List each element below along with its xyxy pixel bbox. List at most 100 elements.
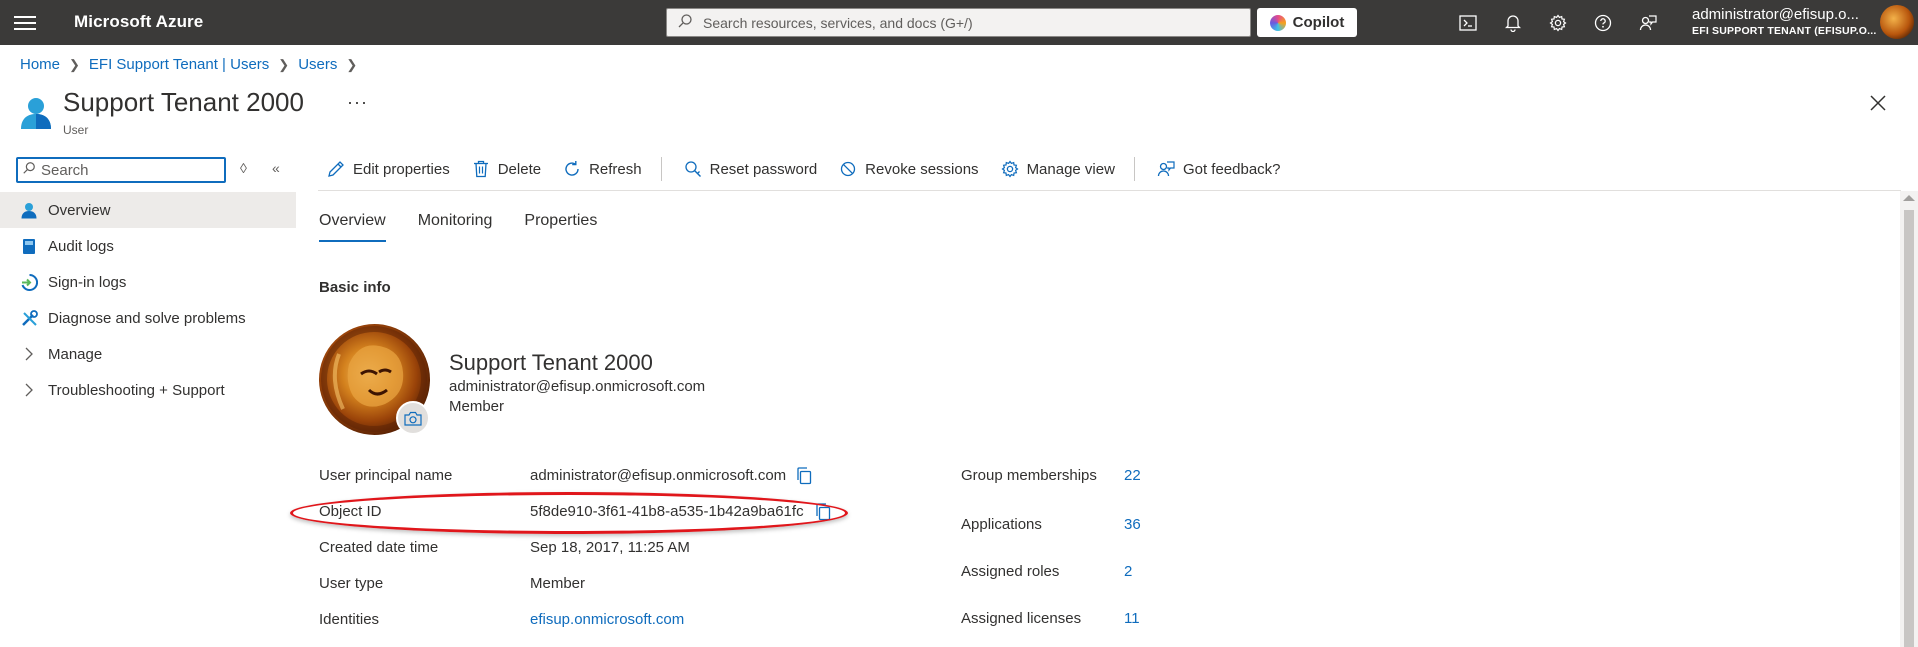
nav-item-diagnose[interactable]: Diagnose and solve problems (0, 300, 296, 336)
basic-info-heading: Basic info (319, 279, 391, 296)
change-photo-camera-icon[interactable] (396, 401, 430, 435)
page-subtitle: User (63, 123, 89, 137)
feedback-person-icon (1156, 159, 1176, 179)
copilot-button[interactable]: Copilot (1257, 8, 1357, 37)
key-search-icon (683, 159, 703, 179)
nav-item-label: Diagnose and solve problems (48, 309, 246, 327)
hamburger-menu-icon[interactable] (14, 13, 36, 31)
user-icon (20, 201, 38, 219)
block-icon (838, 159, 858, 179)
top-bar: Microsoft Azure Search resources, servic… (0, 0, 1918, 45)
nav-item-label: Manage (48, 345, 103, 363)
nav-item-audit-logs[interactable]: Audit logs (0, 228, 296, 264)
chevron-right-icon (20, 381, 38, 399)
nav-item-label: Troubleshooting + Support (48, 381, 225, 399)
assigned-licenses-label: Assigned licenses (961, 610, 1082, 627)
nav-item-overview[interactable]: Overview (0, 192, 296, 228)
expand-collapse-icon[interactable]: ◊ (240, 160, 247, 176)
cloud-shell-icon[interactable] (1456, 11, 1480, 35)
refresh-button[interactable]: Refresh (562, 159, 642, 179)
command-separator (660, 157, 662, 181)
breadcrumb-home[interactable]: Home (20, 56, 60, 73)
revoke-sessions-button[interactable]: Revoke sessions (838, 159, 979, 179)
copilot-label: Copilot (1292, 14, 1345, 31)
sign-in-icon (20, 273, 38, 291)
command-bar-divider (318, 190, 1901, 191)
help-icon[interactable] (1591, 11, 1615, 35)
collapse-menu-icon[interactable]: « (272, 160, 280, 176)
profile-user-type: Member (449, 398, 505, 415)
nav-item-label: Overview (48, 201, 111, 219)
tab-monitoring[interactable]: Monitoring (418, 212, 493, 242)
chevron-right-icon (20, 345, 38, 363)
user-type-label: User type (319, 575, 384, 592)
nav-search-placeholder: Search (41, 161, 89, 179)
more-options-icon[interactable]: ··· (347, 92, 368, 113)
object-id-highlight-annotation (290, 492, 848, 534)
close-icon[interactable] (1868, 93, 1888, 113)
tab-properties[interactable]: Properties (524, 212, 597, 242)
scrollbar-thumb[interactable] (1904, 210, 1914, 647)
group-memberships-count[interactable]: 22 (1124, 467, 1141, 484)
nav-item-troubleshooting[interactable]: Troubleshooting + Support (0, 372, 296, 408)
nav-item-label: Sign-in logs (48, 273, 127, 291)
account-avatar[interactable] (1880, 5, 1914, 39)
reset-password-button[interactable]: Reset password (683, 159, 818, 179)
manage-view-button[interactable]: Manage view (1000, 159, 1115, 179)
copilot-icon (1269, 14, 1286, 31)
profile-email: administrator@efisup.onmicrosoft.com (449, 378, 706, 395)
created-date-label: Created date time (319, 539, 439, 556)
assigned-roles-label: Assigned roles (961, 563, 1060, 580)
upn-label: User principal name (319, 467, 453, 484)
account-tenant: EFI SUPPORT TENANT (EFISUP.O... (1692, 25, 1877, 37)
edit-properties-button[interactable]: Edit properties (326, 159, 450, 179)
search-icon (677, 13, 697, 32)
account-name: administrator@efisup.o... (1692, 6, 1859, 23)
applications-count[interactable]: 36 (1124, 516, 1141, 533)
settings-gear-icon[interactable] (1546, 11, 1570, 35)
global-search-input[interactable]: Search resources, services, and docs (G+… (666, 8, 1251, 37)
identities-link[interactable]: efisup.onmicrosoft.com (530, 611, 684, 628)
feedback-button[interactable]: Got feedback? (1156, 159, 1281, 179)
command-separator (1133, 157, 1135, 181)
chevron-right-icon: ❯ (346, 56, 358, 72)
edit-properties-label: Edit properties (353, 160, 450, 178)
feedback-icon[interactable] (1636, 11, 1660, 35)
trash-icon (471, 159, 491, 179)
user-icon (20, 96, 52, 130)
identities-label: Identities (319, 611, 380, 628)
nav-item-sign-in-logs[interactable]: Sign-in logs (0, 264, 296, 300)
brand-title[interactable]: Microsoft Azure (74, 12, 203, 32)
scroll-up-arrow-icon[interactable] (1903, 195, 1915, 201)
wrench-icon (20, 309, 38, 327)
nav-search-input[interactable]: Search (16, 157, 226, 183)
feedback-label: Got feedback? (1182, 160, 1281, 178)
copy-icon[interactable] (796, 467, 812, 485)
page-title: Support Tenant 2000 (63, 87, 304, 117)
applications-label: Applications (961, 516, 1042, 533)
command-bar: Edit properties Delete Refresh Reset pas… (326, 156, 1302, 182)
content-tabs: Overview Monitoring Properties (319, 212, 629, 242)
search-icon (22, 161, 36, 179)
tab-overview[interactable]: Overview (319, 212, 386, 242)
delete-label: Delete (497, 160, 542, 178)
breadcrumb-tenant-users[interactable]: EFI Support Tenant | Users (89, 56, 269, 73)
delete-button[interactable]: Delete (471, 159, 541, 179)
breadcrumb: Home ❯ EFI Support Tenant | Users ❯ User… (20, 56, 366, 73)
account-menu[interactable]: administrator@efisup.o... EFI SUPPORT TE… (1692, 6, 1877, 37)
notifications-bell-icon[interactable] (1501, 11, 1525, 35)
assigned-licenses-count[interactable]: 11 (1124, 610, 1140, 627)
reset-password-label: Reset password (709, 160, 818, 178)
profile-name: Support Tenant 2000 (449, 350, 653, 375)
assigned-roles-count[interactable]: 2 (1124, 563, 1132, 580)
user-type-value: Member (530, 575, 586, 592)
gear-icon (1000, 159, 1020, 179)
breadcrumb-users[interactable]: Users (298, 56, 337, 73)
chevron-right-icon: ❯ (69, 56, 80, 72)
group-memberships-label: Group memberships (961, 467, 1097, 484)
revoke-sessions-label: Revoke sessions (865, 160, 979, 178)
upn-value: administrator@efisup.onmicrosoft.com (530, 467, 787, 484)
left-nav: Overview Audit logs Sign-in logs Diagnos… (0, 192, 296, 408)
nav-item-manage[interactable]: Manage (0, 336, 296, 372)
refresh-label: Refresh (589, 160, 642, 178)
